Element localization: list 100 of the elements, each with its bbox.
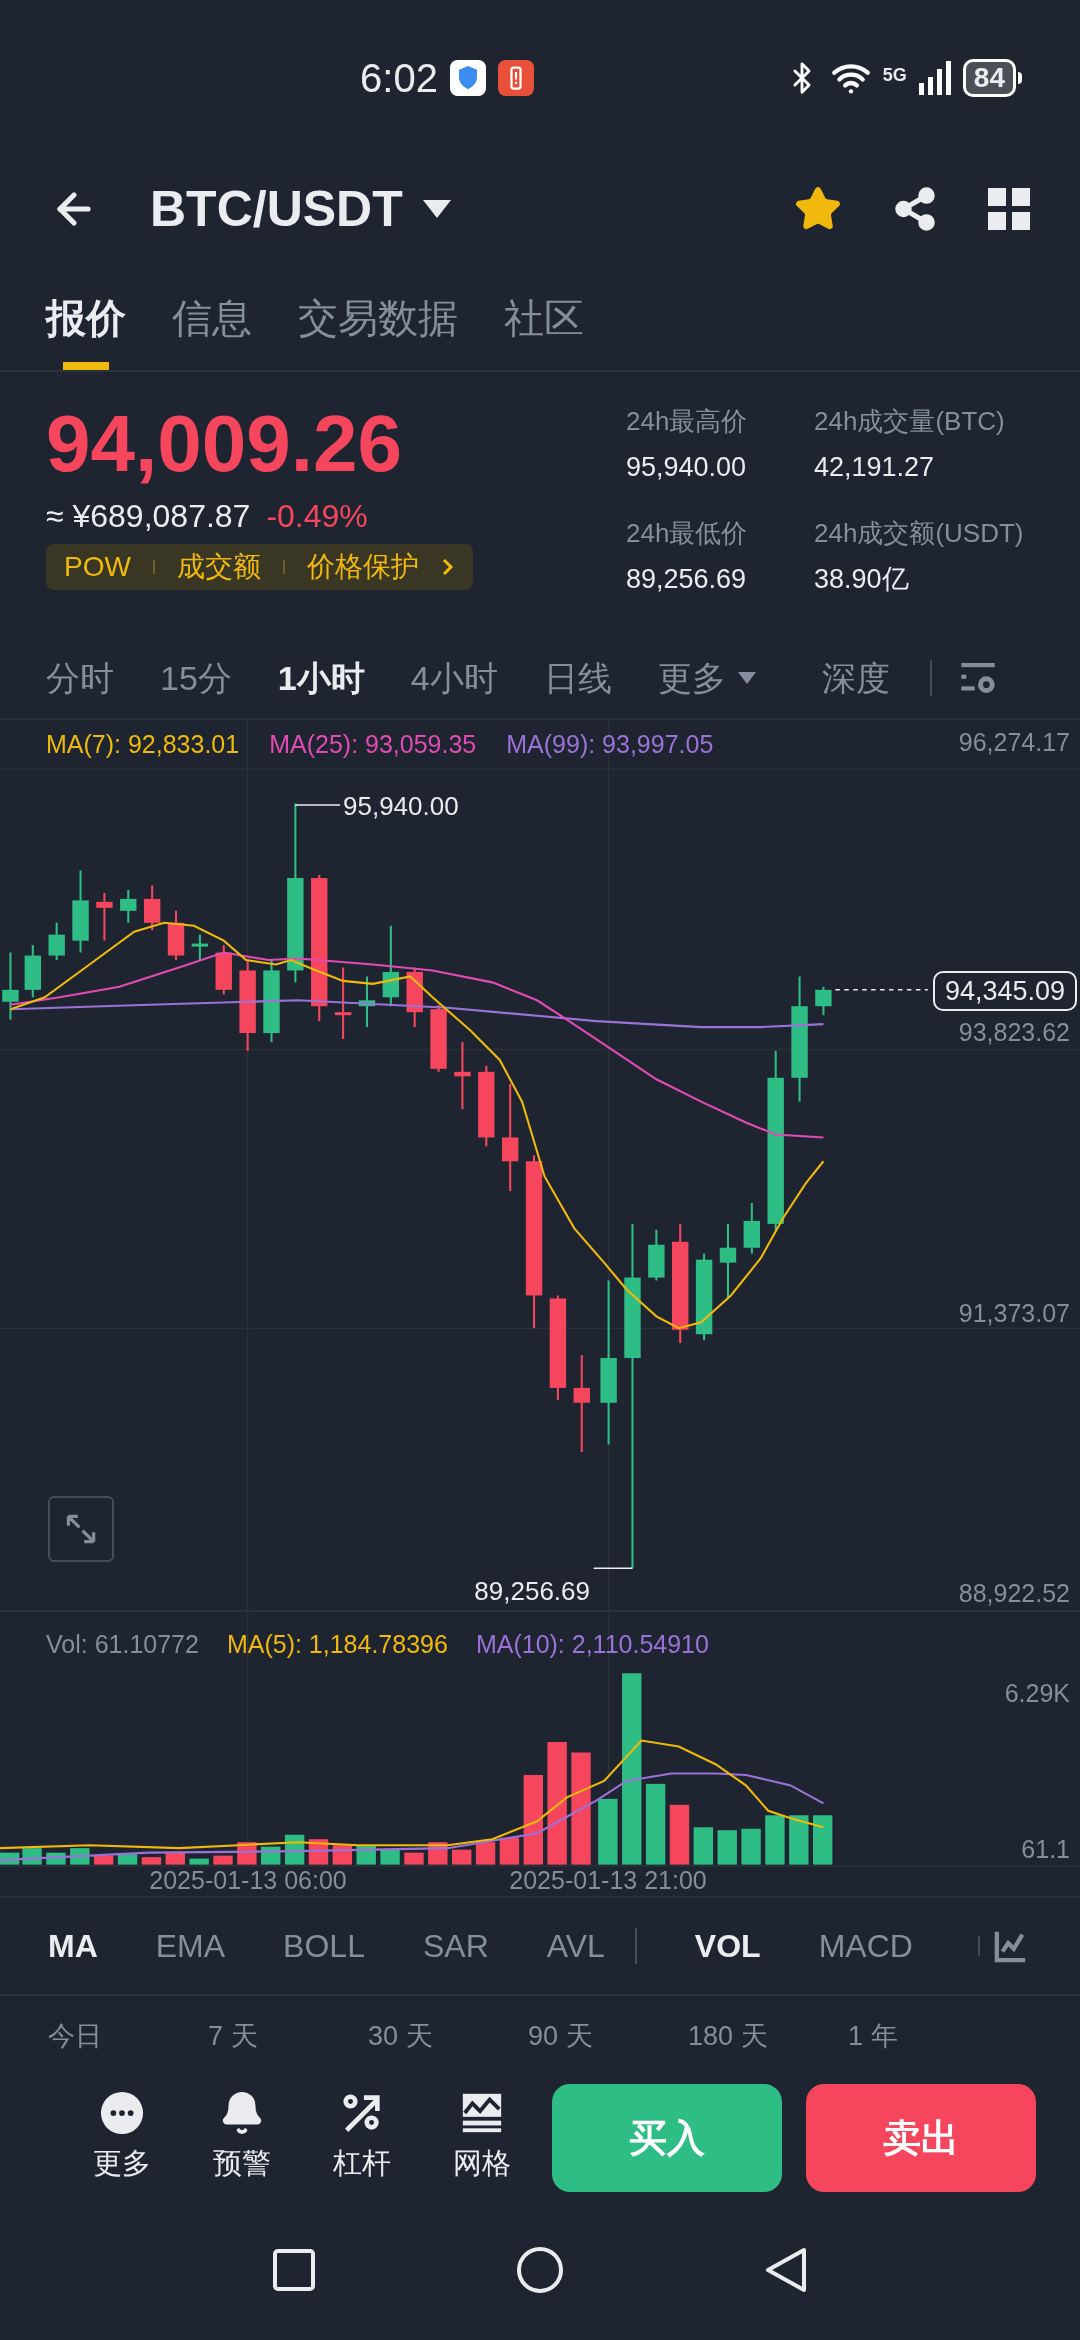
last-price: 94,009.26 (46, 402, 403, 486)
tab[interactable]: 社区 (504, 288, 584, 370)
grid-menu-button[interactable] (988, 188, 1030, 230)
signal-icon (918, 61, 951, 95)
shield-icon (449, 60, 486, 96)
volume-bar (141, 1857, 162, 1865)
low-price-marker: 89,256.69 (474, 1575, 590, 1607)
price-axis-label: 91,373.07 (958, 1298, 1070, 1328)
interval-tab[interactable]: 日线 (543, 652, 612, 704)
volume-bar (499, 1837, 520, 1865)
ma-legend: MA(25): 93,059.35 (269, 726, 477, 764)
volume-axis-label: 6.29K (1004, 1678, 1070, 1708)
caret-icon (422, 200, 451, 218)
ma-legend: MA(99): 93,997.05 (506, 726, 714, 764)
interval-tab[interactable]: 1小时 (277, 652, 365, 704)
stat-value: 95,940.00 (626, 451, 748, 484)
volume-legend: MA(5): 1,184.78396 (226, 1626, 448, 1664)
indicator-tab[interactable]: BOLL (283, 1922, 365, 1970)
indicator-tab[interactable]: EMA (155, 1922, 226, 1970)
stat-value: 42,191.27 (814, 451, 936, 484)
period-stat-label: 7 天 (208, 2019, 259, 2053)
candle (406, 967, 423, 1028)
volume-legend: Vol: 61.10772 (46, 1626, 199, 1664)
tab[interactable]: 信息 (172, 288, 252, 370)
candle (191, 934, 209, 960)
tag-bar[interactable]: POW 成交额 价格保护 (46, 544, 473, 590)
sell-button[interactable]: 卖出 (806, 2084, 1036, 2192)
volume-bar (813, 1815, 833, 1865)
action-button[interactable]: 更多 (62, 2090, 182, 2186)
stat-value: 38.90亿 (814, 562, 910, 596)
indicator-tab[interactable]: SAR (422, 1922, 489, 1970)
interval-tab[interactable]: 深度 (821, 652, 890, 704)
volume-bar (117, 1854, 138, 1865)
stat-label: 24h成交量(BTC) (814, 405, 1006, 438)
leader-line (592, 1567, 634, 1569)
time-axis-label: 2025-01-13 06:00 (149, 1866, 347, 1894)
volume-bar (765, 1815, 785, 1865)
caret-icon (737, 672, 756, 684)
interval-tab[interactable]: 4小时 (410, 652, 498, 704)
indicator-tab[interactable]: VOL (694, 1922, 761, 1970)
action-button[interactable]: 网格 (422, 2090, 542, 2186)
candle (2, 952, 19, 1020)
volume-bar (94, 1855, 114, 1865)
period-stat-label: 30 天 (368, 2019, 434, 2053)
stat-value: 89,256.69 (626, 562, 748, 596)
candle (48, 922, 65, 960)
tab[interactable]: 交易数据 (298, 288, 458, 370)
price-axis-label: 93,823.62 (958, 1017, 1070, 1047)
expand-button[interactable] (48, 1496, 114, 1562)
fiat-price: ≈ ¥689,087.87 (46, 497, 251, 536)
candle (24, 945, 41, 998)
alert-badge-icon (497, 60, 534, 96)
period-stat-label: 90 天 (528, 2019, 594, 2053)
indicator-tab[interactable]: MACD (818, 1922, 913, 1970)
volume-legend: MA(10): 2,110.54910 (475, 1626, 709, 1664)
volume-bar (693, 1827, 714, 1865)
indicator-tab[interactable]: MA (48, 1922, 98, 1970)
candle (358, 976, 376, 1028)
volume-bar (669, 1804, 690, 1865)
candle (215, 945, 232, 995)
volume-axis-label: 61.1 (1021, 1834, 1070, 1864)
candle (815, 986, 832, 1016)
high-price-marker: 95,940.00 (343, 790, 459, 822)
indicator-settings-button[interactable] (994, 1929, 1028, 1963)
time-axis-label: 2025-01-13 21:00 (509, 1866, 707, 1894)
share-button[interactable] (892, 186, 938, 232)
chevron-icon (440, 557, 455, 577)
clock-time: 6:02 (360, 55, 438, 102)
indicator-tab[interactable]: AVL (546, 1922, 605, 1970)
candle (143, 885, 161, 931)
period-stat-label: 1 年 (848, 2019, 899, 2053)
interval-tab[interactable]: 15分 (160, 652, 232, 704)
current-price-label: 94,345.09 (932, 971, 1077, 1011)
volume-bar (213, 1855, 233, 1865)
candle (648, 1229, 665, 1281)
ma-legend: MA(7): 92,833.01 (46, 726, 240, 764)
interval-tab[interactable]: 分时 (46, 652, 114, 704)
interval-tab[interactable]: 更多 (657, 652, 756, 704)
leader-line (294, 804, 341, 806)
candle (430, 1004, 447, 1072)
volume-bar (475, 1842, 496, 1865)
battery-indicator: 84 (962, 59, 1022, 97)
back-nav-button[interactable] (764, 2246, 808, 2294)
action-button[interactable]: 杠杆 (302, 2090, 422, 2186)
recents-button[interactable] (272, 2248, 316, 2292)
action-button[interactable]: 预警 (182, 2090, 302, 2186)
candle (743, 1203, 761, 1254)
candle (120, 889, 137, 923)
tab[interactable]: 报价 (46, 288, 126, 370)
period-stat-label: 180 天 (688, 2019, 769, 2053)
candle (454, 1042, 471, 1110)
home-button[interactable] (516, 2246, 564, 2294)
buy-button[interactable]: 买入 (552, 2084, 782, 2192)
volume-bar (189, 1858, 209, 1865)
more-icon (99, 2090, 145, 2137)
period-stat-label: 今日 (48, 2019, 103, 2053)
pair-selector[interactable]: BTC/USDT (150, 171, 451, 247)
volume-bar (598, 1798, 618, 1865)
network-type: 5G (882, 66, 907, 84)
price-axis-label: 88,922.52 (958, 1578, 1070, 1608)
